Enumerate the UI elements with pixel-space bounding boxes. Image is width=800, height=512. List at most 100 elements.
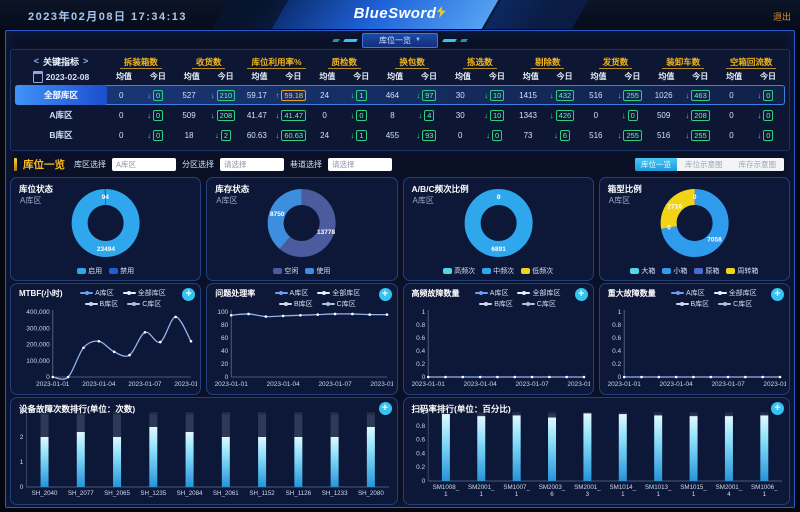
legend-item[interactable]: B库区 xyxy=(85,299,119,309)
expand-button[interactable]: + xyxy=(575,288,588,301)
svg-text:SM2001_1: SM2001_1 xyxy=(468,484,495,498)
legend-marker-icon xyxy=(275,292,288,294)
table-row[interactable]: 全部库区0↓0527↓21059.17↑59.1824↓1464↓9730↓10… xyxy=(15,85,785,105)
bar-chart-svg[interactable]: 00.20.40.60.81SM1008_1SM2001_1SM1007_1SM… xyxy=(407,406,787,498)
legend-item[interactable]: 高频次 xyxy=(443,266,475,276)
legend-item[interactable]: 全部库区 xyxy=(714,288,757,298)
legend-label: A库区 xyxy=(290,288,309,298)
today-value: ↓210 xyxy=(203,90,242,101)
today-value-box: 41.47 xyxy=(281,110,306,121)
today-value-box: 210 xyxy=(217,90,236,101)
aisle-select-input[interactable] xyxy=(328,158,392,171)
legend-item[interactable]: B库区 xyxy=(479,299,513,309)
table-row[interactable]: B库区0↓018↓260.63↓60.6324↓1455↓930↓073↓651… xyxy=(15,125,785,145)
legend-item[interactable]: C库区 xyxy=(127,299,161,309)
line-chart-box: 00.20.40.60.812023-01-012023-01-042023-0… xyxy=(407,306,590,393)
view-switch-option[interactable]: 库位示意图 xyxy=(677,158,731,171)
today-value: ↓1 xyxy=(339,90,378,101)
today-value: ↓0 xyxy=(135,90,174,101)
down-arrow-icon: ↓ xyxy=(550,111,554,120)
line-chart-svg[interactable]: 00.20.40.60.812023-01-012023-01-042023-0… xyxy=(603,306,786,388)
legend-item[interactable]: 小箱 xyxy=(662,266,687,276)
expand-button[interactable]: + xyxy=(771,288,784,301)
nav-dash-icon xyxy=(343,39,358,42)
logout-button[interactable]: 退出 xyxy=(773,10,791,23)
legend-item[interactable]: 启用 xyxy=(77,266,102,276)
nav-strip: 库位一览 ▼ xyxy=(10,33,790,47)
legend-item[interactable]: 大箱 xyxy=(630,266,655,276)
table-row[interactable]: A库区0↓0509↓20841.47↓41.470↓08↓430↓101343↓… xyxy=(15,105,785,125)
svg-text:0.8: 0.8 xyxy=(416,322,425,329)
avg-value: 509 xyxy=(175,111,203,120)
expand-button[interactable]: + xyxy=(379,288,392,301)
metric-title: 拆装箱数 xyxy=(107,52,175,70)
legend-item[interactable]: A库区 xyxy=(475,288,509,298)
line-chart-svg[interactable]: 0204060801002023-01-012023-01-042023-01-… xyxy=(210,306,393,388)
legend-item[interactable]: A库区 xyxy=(80,288,114,298)
metric-cell: 18↓2 xyxy=(175,125,243,145)
view-switch-option[interactable]: 库存示意图 xyxy=(731,158,785,171)
svg-text:SM2003_6: SM2003_6 xyxy=(538,484,565,498)
legend-item[interactable]: 全部库区 xyxy=(123,288,166,298)
avg-value: 516 xyxy=(582,91,610,100)
svg-text:6891: 6891 xyxy=(491,246,506,253)
legend-item[interactable]: C库区 xyxy=(522,299,556,309)
down-arrow-icon: ↓ xyxy=(617,131,621,140)
today-value-box: 426 xyxy=(556,110,575,121)
legend-item[interactable]: 全部库区 xyxy=(317,288,360,298)
metric-cell: 509↓208 xyxy=(649,105,717,125)
svg-text:2023-01-07: 2023-01-07 xyxy=(515,381,549,388)
legend-item[interactable]: 原箱 xyxy=(694,266,719,276)
svg-text:0.2: 0.2 xyxy=(612,361,621,368)
legend-item[interactable]: 禁用 xyxy=(109,266,134,276)
metric-title-text: 发货数 xyxy=(599,57,633,69)
zone-select-input[interactable] xyxy=(220,158,284,171)
legend-item[interactable]: B库区 xyxy=(676,299,710,309)
subheader-label: 今日 xyxy=(209,71,243,82)
line-chart-svg[interactable]: 0100,000200,000300,000400,0002023-01-012… xyxy=(14,306,197,388)
today-value-box: 1 xyxy=(356,90,366,101)
avg-value: 0 xyxy=(717,91,745,100)
today-value: ↓432 xyxy=(542,90,581,101)
legend-item[interactable]: C库区 xyxy=(718,299,752,309)
kpi-date[interactable]: 2023-02-08 xyxy=(15,71,107,83)
svg-text:2023-01-04: 2023-01-04 xyxy=(659,381,693,388)
view-selector-button[interactable]: 库位一览 ▼ xyxy=(362,33,438,48)
legend-item[interactable]: 使用 xyxy=(305,266,330,276)
legend-item[interactable]: 空闲 xyxy=(273,266,298,276)
chart-legend: A库区全部库区 B库区 C库区 xyxy=(463,288,573,309)
view-switch-active[interactable]: 库位一览 xyxy=(635,158,677,171)
legend-marker-icon xyxy=(80,292,93,294)
legend-item[interactable]: 中频次 xyxy=(482,266,514,276)
avg-value: 24 xyxy=(310,131,338,140)
prev-page-icon[interactable]: < xyxy=(34,56,39,66)
bar-chart-svg[interactable]: 0123SH_2040SH_2077SH_2065SH_1235SH_2084S… xyxy=(14,406,394,498)
legend-item[interactable]: B库区 xyxy=(279,299,313,309)
legend-item[interactable]: A库区 xyxy=(275,288,309,298)
legend-label: C库区 xyxy=(537,299,556,309)
svg-text:13778: 13778 xyxy=(317,229,335,236)
svg-text:SH_2084: SH_2084 xyxy=(177,490,203,497)
legend-item[interactable]: 全部库区 xyxy=(517,288,560,298)
expand-button[interactable]: + xyxy=(379,402,392,415)
legend-item[interactable]: 周转箱 xyxy=(726,266,758,276)
section-title: 库位一览 xyxy=(23,157,65,172)
line-chart-svg[interactable]: 00.20.40.60.812023-01-012023-01-042023-0… xyxy=(407,306,590,388)
svg-text:2023-01-04: 2023-01-04 xyxy=(82,381,116,388)
legend-marker-icon xyxy=(726,268,735,274)
metric-cell: 0↓0 xyxy=(582,105,650,125)
svg-text:SM1014_1: SM1014_1 xyxy=(609,484,636,498)
legend-item[interactable]: C库区 xyxy=(322,299,356,309)
svg-text:0.2: 0.2 xyxy=(416,361,425,368)
avg-value: 509 xyxy=(649,111,677,120)
legend-item[interactable]: 低频次 xyxy=(521,266,553,276)
legend-item[interactable]: A库区 xyxy=(671,288,705,298)
warehouse-select-input[interactable] xyxy=(112,158,176,171)
today-value: ↓4 xyxy=(407,110,446,121)
expand-button[interactable]: + xyxy=(771,402,784,415)
legend-marker-icon xyxy=(77,268,86,274)
svg-text:SM1015_1: SM1015_1 xyxy=(680,484,707,498)
down-arrow-icon: ↓ xyxy=(275,111,279,120)
next-page-icon[interactable]: > xyxy=(83,56,88,66)
legend-label: 中频次 xyxy=(493,266,514,276)
